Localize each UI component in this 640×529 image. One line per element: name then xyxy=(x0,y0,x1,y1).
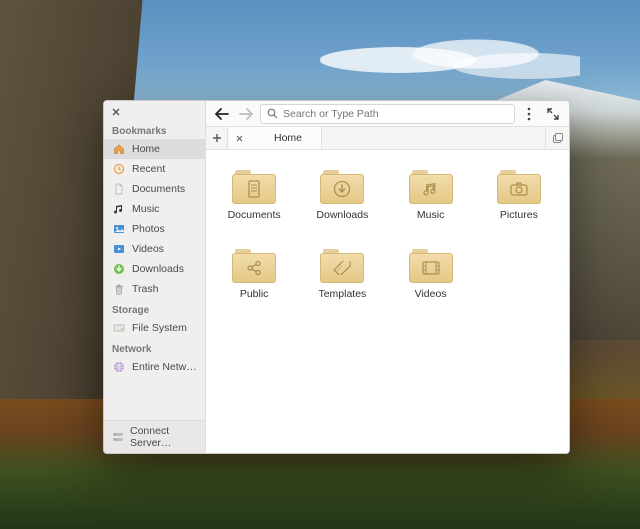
sidebar-item-videos[interactable]: Videos xyxy=(104,239,205,259)
tab-home[interactable]: Home xyxy=(228,127,322,149)
toolbar xyxy=(206,101,569,127)
kebab-menu-button[interactable] xyxy=(519,104,539,124)
downloads-icon xyxy=(112,262,126,276)
sidebar-item-documents[interactable]: Documents xyxy=(104,179,205,199)
expand-icon xyxy=(547,108,559,120)
sidebar-item-recent[interactable]: Recent xyxy=(104,159,205,179)
folder-icon xyxy=(232,168,276,204)
folder-documents[interactable]: Documents xyxy=(210,164,298,225)
sidebar-item-label: Videos xyxy=(132,243,197,255)
folder-label: Documents xyxy=(228,209,281,221)
folder-label: Public xyxy=(240,288,269,300)
sidebar-item-file-system[interactable]: File System xyxy=(104,318,205,338)
tab-close-button[interactable] xyxy=(236,135,243,142)
folder-videos[interactable]: Videos xyxy=(387,243,475,304)
close-icon xyxy=(236,135,243,142)
tab-bar: Home xyxy=(206,127,569,150)
sidebar-item-label: Documents xyxy=(132,183,197,195)
sidebar-item-music[interactable]: Music xyxy=(104,199,205,219)
sidebar-item-trash[interactable]: Trash xyxy=(104,279,205,299)
drive-icon xyxy=(112,321,126,335)
folder-icon xyxy=(409,247,453,283)
arrow-right-icon xyxy=(239,108,253,120)
new-tab-button[interactable] xyxy=(206,127,228,149)
icon-grid: Documents Downloads Music Pictures Public Tem… xyxy=(210,164,563,304)
tab-bar-spacer xyxy=(322,127,545,149)
nav-back-button[interactable] xyxy=(212,104,232,124)
photos-icon xyxy=(112,222,126,236)
arrow-left-icon xyxy=(215,108,229,120)
sidebar-item-label: Photos xyxy=(132,223,197,235)
home-icon xyxy=(112,142,126,156)
sidebar-close-button[interactable] xyxy=(110,106,122,118)
folder-templates[interactable]: Templates xyxy=(298,243,386,304)
path-search-input[interactable] xyxy=(283,108,508,120)
folder-label: Templates xyxy=(318,288,366,300)
sidebar-item-label: Recent xyxy=(132,163,197,175)
folder-label: Downloads xyxy=(316,209,368,221)
videos-icon xyxy=(112,242,126,256)
nav-forward-button[interactable] xyxy=(236,104,256,124)
maximize-button[interactable] xyxy=(543,104,563,124)
sidebar-item-label: Downloads xyxy=(132,263,197,275)
documents-icon xyxy=(112,182,126,196)
folder-music[interactable]: Music xyxy=(387,164,475,225)
sidebar-section-label: Bookmarks xyxy=(104,120,205,139)
path-search-field[interactable] xyxy=(260,104,515,124)
sidebar-item-label: File System xyxy=(132,322,197,334)
folder-icon xyxy=(409,168,453,204)
kebab-icon xyxy=(527,107,531,121)
folder-label: Videos xyxy=(415,288,447,300)
sidebar-item-label: Music xyxy=(132,203,197,215)
sidebar-item-label: Entire Network xyxy=(132,361,197,373)
close-icon xyxy=(112,108,120,116)
file-manager-window: Bookmarks Home Recent Documents Music Photos V… xyxy=(103,100,570,454)
folder-content: Documents Downloads Music Pictures Public Tem… xyxy=(206,150,569,453)
sidebar-header xyxy=(104,101,205,120)
sidebar-item-downloads[interactable]: Downloads xyxy=(104,259,205,279)
tab-label: Home xyxy=(263,132,313,144)
trash-icon xyxy=(112,282,126,296)
folder-public[interactable]: Public xyxy=(210,243,298,304)
sidebar-section-label: Network xyxy=(104,338,205,357)
duplicate-icon xyxy=(552,132,564,144)
sidebar: Bookmarks Home Recent Documents Music Photos V… xyxy=(104,101,206,453)
folder-icon xyxy=(320,168,364,204)
sidebar-item-home[interactable]: Home xyxy=(104,139,205,159)
folder-label: Pictures xyxy=(500,209,538,221)
sidebar-item-label: Home xyxy=(132,143,197,155)
folder-icon xyxy=(320,247,364,283)
sidebar-body: Bookmarks Home Recent Documents Music Photos V… xyxy=(104,120,205,420)
folder-downloads[interactable]: Downloads xyxy=(298,164,386,225)
server-icon xyxy=(112,431,124,443)
plus-icon xyxy=(212,133,222,143)
network-icon xyxy=(112,360,126,374)
sidebar-item-entire-network[interactable]: Entire Network xyxy=(104,357,205,377)
duplicate-tab-button[interactable] xyxy=(545,127,569,149)
sidebar-section-label: Storage xyxy=(104,299,205,318)
sidebar-item-photos[interactable]: Photos xyxy=(104,219,205,239)
music-icon xyxy=(112,202,126,216)
search-icon xyxy=(267,108,278,119)
recent-icon xyxy=(112,162,126,176)
main-pane: Home Documents Downloads Music Pictures Publ… xyxy=(206,101,569,453)
folder-icon xyxy=(497,168,541,204)
sidebar-item-label: Trash xyxy=(132,283,197,295)
folder-icon xyxy=(232,247,276,283)
folder-label: Music xyxy=(417,209,444,221)
connect-server-label: Connect Server… xyxy=(130,425,197,449)
connect-server-button[interactable]: Connect Server… xyxy=(104,420,205,453)
folder-pictures[interactable]: Pictures xyxy=(475,164,563,225)
